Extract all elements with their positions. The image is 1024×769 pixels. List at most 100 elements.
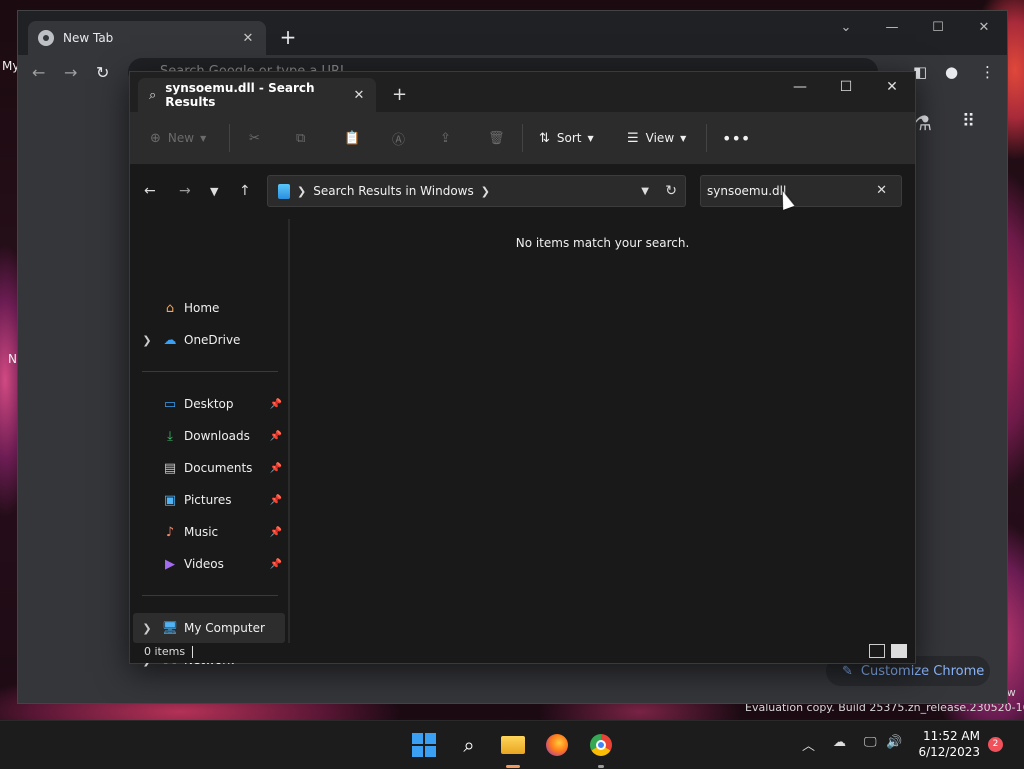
chrome-taskbar-button[interactable] [587, 731, 615, 759]
explorer-tab-search-results[interactable]: ⌕ synsoemu.dll - Search Results ✕ [138, 78, 376, 112]
sidebar-divider [142, 595, 278, 596]
network-status-icon[interactable]: 🖵 [864, 735, 877, 750]
show-hidden-icons-chevron-icon[interactable]: ︿ [802, 735, 815, 754]
computer-icon: 🖥 [161, 620, 179, 636]
sidebar-item-desktop[interactable]: ▭ Desktop 📌 [133, 389, 285, 419]
reload-button[interactable]: ↻ [96, 63, 109, 82]
close-icon[interactable]: ✕ [238, 31, 258, 46]
sidebar-item-label: Home [184, 301, 220, 315]
explorer-caption-buttons: — ☐ ✕ [777, 72, 915, 102]
more-options-button[interactable]: ••• [722, 128, 750, 148]
video-icon: ▶ [165, 556, 175, 572]
share-button[interactable]: ⇪ [440, 128, 451, 148]
menu-icon[interactable]: ⋮ [980, 63, 995, 81]
forward-button[interactable]: → [179, 183, 191, 199]
minimize-button[interactable]: — [777, 72, 823, 102]
profile-icon[interactable]: ● [945, 63, 958, 81]
pin-icon[interactable]: 📌 [270, 463, 282, 474]
close-button[interactable]: ✕ [961, 11, 1007, 43]
large-icons-view-icon[interactable] [891, 644, 907, 658]
view-label: View [645, 131, 675, 145]
notification-badge[interactable]: 2 [988, 737, 1003, 752]
sort-button[interactable]: ⇅ Sort ▼ [539, 128, 594, 148]
customize-chrome-label: Customize Chrome [860, 663, 985, 679]
address-bar[interactable]: ❯ Search Results in Windows ❯ ▼ ↻ [267, 175, 686, 207]
apps-grid-icon[interactable]: ⠿ [962, 111, 975, 132]
cloud-icon: ☁ [163, 332, 177, 348]
maximize-button[interactable]: ☐ [915, 11, 961, 43]
view-list-icon: ☰ [627, 130, 639, 146]
chrome-tab-new-tab[interactable]: New Tab ✕ [28, 21, 266, 55]
explorer-command-bar: ⊕ New ▼ ✂ ⧉ 📋 Ⓐ ⇪ 🗑 ⇅ Sort ▼ ☰ View ▼ ••… [130, 112, 915, 165]
onedrive-offline-icon[interactable]: ☁ [833, 735, 846, 750]
maximize-button[interactable]: ☐ [823, 72, 869, 102]
paste-button[interactable]: 📋 [344, 128, 360, 148]
sidebar-item-home[interactable]: ⌂ Home [133, 293, 285, 323]
up-button[interactable]: ↑ [239, 183, 251, 199]
sidebar-item-pictures[interactable]: ▣ Pictures 📌 [133, 485, 285, 515]
sidebar-item-documents[interactable]: ▤ Documents 📌 [133, 453, 285, 483]
close-icon[interactable]: ✕ [348, 88, 370, 103]
cut-button[interactable]: ✂ [249, 128, 260, 148]
details-view-icon[interactable] [869, 644, 885, 658]
new-button[interactable]: ⊕ New ▼ [150, 128, 206, 148]
sidebar-item-label: Music [184, 525, 219, 539]
pin-icon[interactable]: 📌 [270, 527, 282, 538]
firefox-taskbar-button[interactable] [543, 731, 571, 759]
sidebar-item-videos[interactable]: ▶ Videos 📌 [133, 549, 285, 579]
navigation-pane: ⌂ Home ❯ ☁ OneDrive ▭ Desktop 📌 ⤓ Downlo… [130, 219, 288, 667]
delete-button[interactable]: 🗑 [488, 128, 505, 148]
chevron-down-icon[interactable]: ⌄ [823, 11, 869, 43]
address-dropdown-icon[interactable]: ▼ [641, 186, 649, 197]
chrome-tab-strip: New Tab ✕ + ⌄ — ☐ ✕ [18, 11, 1007, 55]
explorer-new-tab-button[interactable]: + [392, 84, 407, 105]
search-button[interactable]: ⌕ [455, 731, 483, 759]
sidebar-item-label: Desktop [184, 397, 234, 411]
sort-arrows-icon: ⇅ [539, 130, 550, 146]
sidebar-item-label: Downloads [184, 429, 250, 443]
back-button[interactable]: ← [144, 183, 156, 199]
recent-locations-button[interactable]: ▼ [210, 185, 218, 198]
pictures-icon: ▣ [163, 492, 177, 508]
address-path[interactable]: Search Results in Windows [313, 184, 474, 198]
close-button[interactable]: ✕ [869, 72, 915, 102]
start-button[interactable] [410, 731, 438, 759]
rename-button[interactable]: Ⓐ [392, 128, 405, 148]
refresh-icon[interactable]: ↻ [665, 183, 677, 199]
chevron-right-icon[interactable]: ❯ [481, 185, 490, 198]
sidebar-item-music[interactable]: ♪ Music 📌 [133, 517, 285, 547]
new-tab-button[interactable]: + [276, 25, 300, 49]
labs-flask-icon[interactable]: ⚗ [914, 111, 932, 135]
system-clock[interactable]: 11:52 AM 6/12/2023 [916, 728, 980, 760]
taskbar: ⌕ ︿ ☁ 🖵 🔊 11:52 AM 6/12/2023 2 [0, 720, 1024, 769]
folder-icon [501, 736, 525, 754]
clock-date: 6/12/2023 [918, 745, 980, 759]
music-icon: ♪ [165, 524, 175, 540]
desktop-icon: ▭ [163, 396, 177, 412]
scissors-icon: ✂ [249, 130, 260, 146]
file-explorer-taskbar-button[interactable] [499, 731, 527, 759]
volume-icon[interactable]: 🔊 [886, 735, 902, 750]
copy-button[interactable]: ⧉ [296, 128, 305, 148]
back-button[interactable]: ← [32, 63, 45, 82]
chevron-right-icon[interactable]: ❯ [133, 622, 161, 635]
trash-icon: 🗑 [488, 130, 505, 146]
clear-search-icon[interactable]: ✕ [876, 183, 887, 198]
pin-icon[interactable]: 📌 [270, 399, 282, 410]
document-icon: ▤ [163, 460, 177, 476]
forward-button[interactable]: → [64, 63, 77, 82]
search-icon: ⌕ [149, 87, 157, 103]
sidebar-item-downloads[interactable]: ⤓ Downloads 📌 [133, 421, 285, 451]
home-icon: ⌂ [165, 300, 175, 316]
navigation-pane-splitter[interactable] [288, 219, 290, 643]
chevron-down-icon: ▼ [680, 133, 687, 143]
pin-icon[interactable]: 📌 [270, 495, 282, 506]
pin-icon[interactable]: 📌 [270, 431, 282, 442]
sidebar-item-my-computer[interactable]: ❯ 🖥 My Computer [133, 613, 285, 643]
pin-icon[interactable]: 📌 [270, 559, 282, 570]
minimize-button[interactable]: — [869, 11, 915, 43]
search-box[interactable]: ✕ [700, 175, 902, 207]
sidebar-item-onedrive[interactable]: ❯ ☁ OneDrive [133, 325, 285, 355]
view-button[interactable]: ☰ View ▼ [627, 128, 686, 148]
chevron-right-icon[interactable]: ❯ [133, 334, 161, 347]
